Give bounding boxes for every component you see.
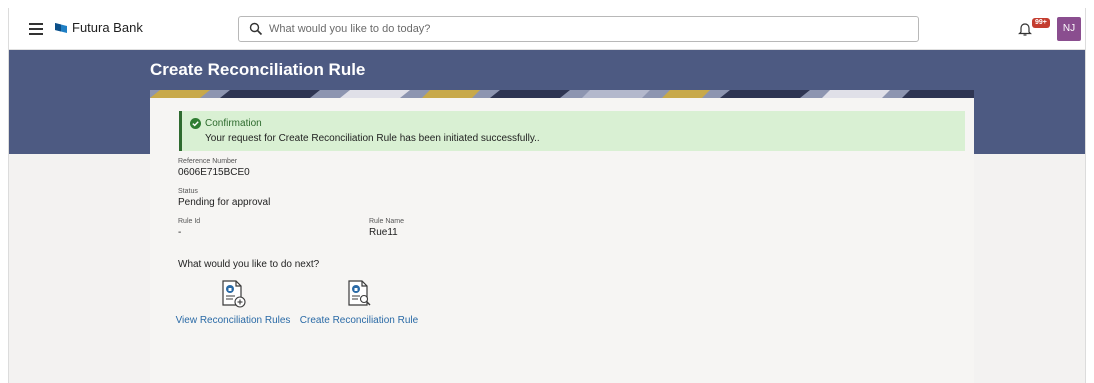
- confirmation-title: Confirmation: [205, 118, 262, 129]
- reference-number-value: 0606E715BCE0: [178, 167, 250, 178]
- next-steps-prompt: What would you like to do next?: [178, 259, 320, 270]
- view-reconciliation-rules-link[interactable]: View Reconciliation Rules: [175, 280, 291, 326]
- check-circle-icon: [190, 118, 201, 129]
- top-bar: Futura Bank 99+ NJ: [9, 8, 1085, 50]
- rule-id-value: -: [178, 227, 182, 238]
- search-icon: [249, 22, 263, 36]
- confirmation-message: Your request for Create Reconciliation R…: [205, 133, 540, 144]
- document-search-icon: [348, 280, 371, 306]
- decorative-banner-stripe: [150, 90, 974, 98]
- menu-icon[interactable]: [29, 23, 43, 35]
- create-reconciliation-rule-link[interactable]: Create Reconciliation Rule: [299, 280, 419, 326]
- action-label-create-rule[interactable]: Create Reconciliation Rule: [299, 315, 419, 326]
- notification-bell-icon[interactable]: [1018, 21, 1032, 37]
- confirmation-banner: Confirmation Your request for Create Rec…: [179, 111, 965, 151]
- document-add-icon: [222, 280, 246, 308]
- rule-name-value: Rue11: [369, 227, 398, 238]
- notification-badge: 99+: [1032, 18, 1050, 28]
- search-input[interactable]: [269, 20, 869, 38]
- brand-name[interactable]: Futura Bank: [72, 20, 143, 35]
- avatar[interactable]: NJ: [1057, 17, 1081, 41]
- status-value: Pending for approval: [178, 197, 271, 208]
- rule-id-label: Rule Id: [178, 218, 201, 225]
- status-label: Status: [178, 188, 198, 195]
- app-frame: Futura Bank 99+ NJ Create Reconciliation…: [8, 8, 1086, 383]
- page-title: Create Reconciliation Rule: [150, 60, 366, 79]
- action-label-view-rules[interactable]: View Reconciliation Rules: [175, 315, 291, 326]
- reference-number-label: Reference Number: [178, 158, 238, 165]
- bank-logo-icon: [55, 23, 67, 33]
- search-box[interactable]: [238, 16, 919, 42]
- rule-name-label: Rule Name: [369, 218, 405, 225]
